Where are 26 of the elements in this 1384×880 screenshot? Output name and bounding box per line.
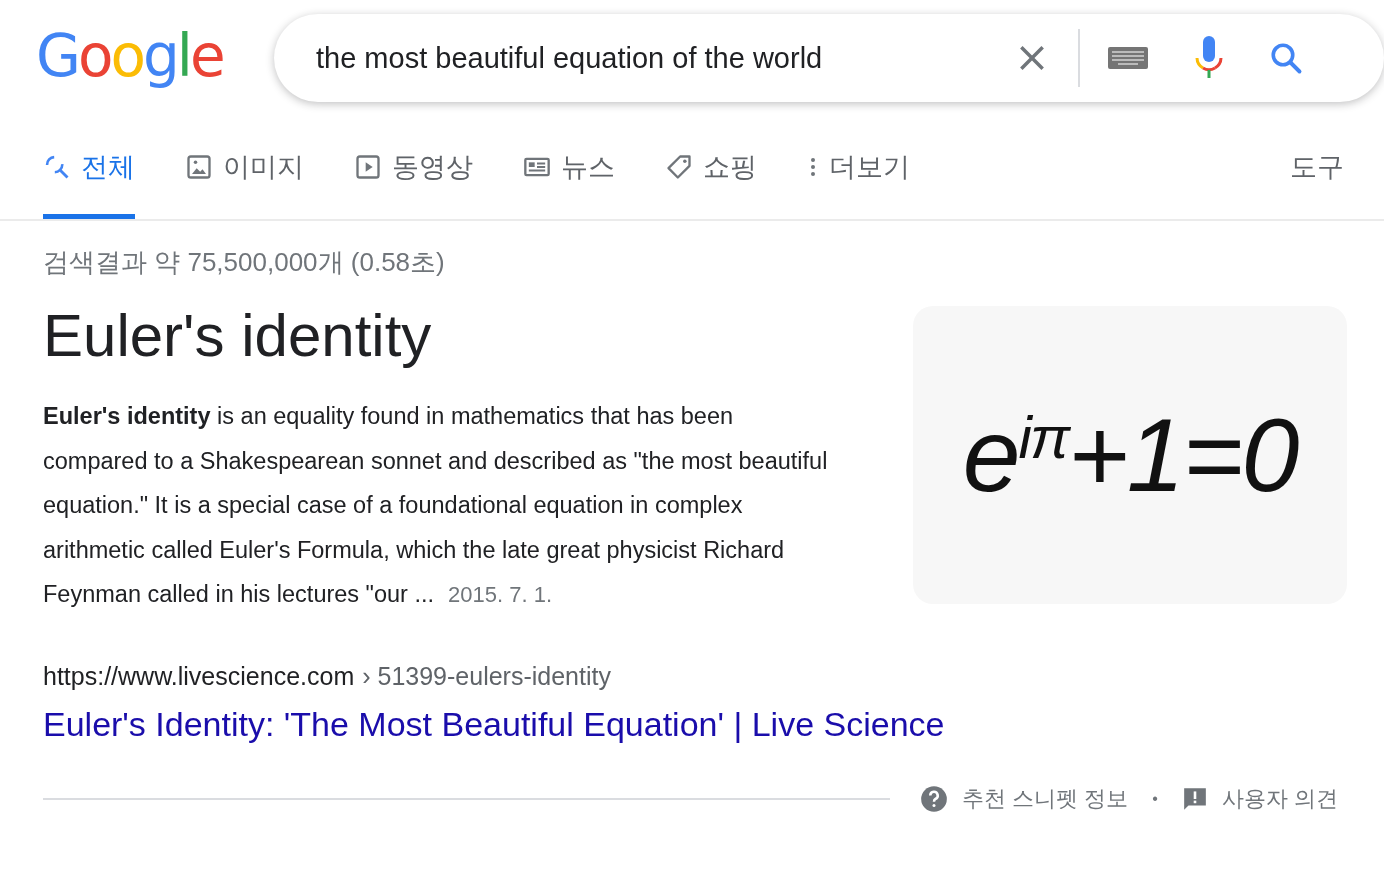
result-stats: 검색결과 약 75,500,000개 (0.58초) <box>43 246 446 279</box>
tools-link[interactable]: 도구 <box>1290 116 1344 219</box>
play-icon <box>354 153 382 181</box>
result-link[interactable]: Euler's Identity: 'The Most Beautiful Equation' | Live Science <box>43 704 945 744</box>
tab[interactable]: 더보기 <box>807 116 910 219</box>
formula-text: e$^{iπ}$+1=0 <box>962 395 1298 515</box>
result-breadcrumb: › 51399-eulers-identity <box>362 661 611 690</box>
answer-title: Euler's identity <box>43 306 433 366</box>
feedback-link[interactable]: 사용자 의견 <box>1181 783 1338 814</box>
search-field[interactable]: the most beautiful equation of the world <box>274 14 1384 102</box>
about-link[interactable]: 추천 스니펫 정보 <box>920 783 1129 814</box>
microphone-icon <box>1194 36 1224 80</box>
tab[interactable]: 이미지 <box>185 116 304 219</box>
separator-dot: • <box>1152 789 1158 808</box>
result-url: https://www.livescience.com <box>43 661 355 690</box>
feedback-icon <box>1181 785 1208 812</box>
image-icon <box>185 153 213 181</box>
snippet-text: Euler's identity is an equality found in mathematics that has been compared to a Shakespearean sonnet and described as "the most beautiful equation." It is a special case of a foundational equation in complex arithmetic called Euler's Formula, which the late great physicist Richard Feynman called in his lectures "our ... 2015. 7. 1. <box>43 402 829 609</box>
tag-icon <box>665 153 693 181</box>
tab[interactable]: 동영상 <box>354 116 473 219</box>
tab[interactable]: 쇼핑 <box>665 116 757 219</box>
tab[interactable]: 전체 <box>43 116 135 219</box>
google-logo[interactable]: Google <box>36 22 274 90</box>
tab[interactable]: 뉴스 <box>523 116 615 219</box>
keyboard-icon <box>1108 47 1148 69</box>
help-icon <box>920 784 948 813</box>
